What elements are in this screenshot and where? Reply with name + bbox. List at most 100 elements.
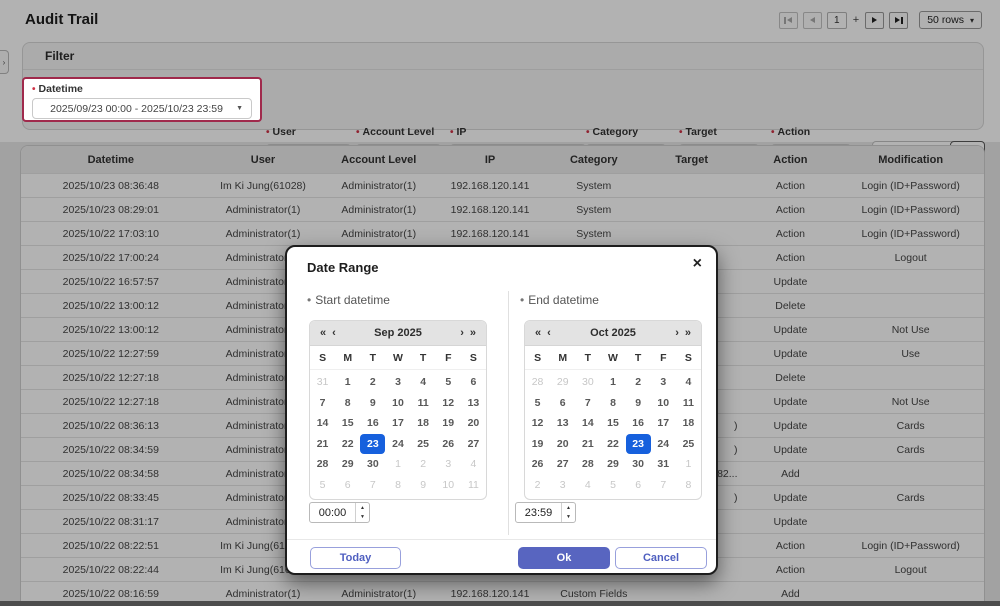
calendar-day[interactable]: 21 — [575, 434, 600, 455]
calendar-day[interactable]: 26 — [436, 434, 461, 455]
prev-year-icon[interactable]: « — [532, 328, 544, 339]
calendar-day[interactable]: 7 — [360, 475, 385, 496]
calendar-day[interactable]: 4 — [575, 475, 600, 496]
prev-year-icon[interactable]: « — [317, 328, 329, 339]
calendar-day[interactable]: 29 — [335, 454, 360, 475]
calendar-day-selected[interactable]: 23 — [626, 434, 651, 455]
calendar-day[interactable]: 28 — [575, 454, 600, 475]
calendar-day[interactable]: 8 — [600, 393, 625, 414]
next-month-icon[interactable]: › — [457, 328, 467, 339]
spin-up-icon[interactable]: ▲ — [562, 503, 575, 513]
calendar-day[interactable]: 18 — [411, 413, 436, 434]
calendar-day[interactable]: 29 — [600, 454, 625, 475]
calendar-day[interactable]: 12 — [436, 393, 461, 414]
spin-down-icon[interactable]: ▼ — [356, 513, 369, 523]
calendar-day[interactable]: 3 — [436, 454, 461, 475]
calendar-day[interactable]: 27 — [550, 454, 575, 475]
calendar-day[interactable]: 17 — [651, 413, 676, 434]
calendar-day[interactable]: 9 — [411, 475, 436, 496]
calendar-day[interactable]: 2 — [626, 372, 651, 393]
calendar-day[interactable]: 5 — [436, 372, 461, 393]
calendar-day[interactable]: 5 — [600, 475, 625, 496]
calendar-day[interactable]: 28 — [310, 454, 335, 475]
calendar-day[interactable]: 29 — [550, 372, 575, 393]
prev-month-icon[interactable]: ‹ — [544, 328, 554, 339]
calendar-day[interactable]: 2 — [411, 454, 436, 475]
calendar-day[interactable]: 3 — [550, 475, 575, 496]
calendar-day[interactable]: 1 — [335, 372, 360, 393]
calendar-day[interactable]: 6 — [626, 475, 651, 496]
calendar-day[interactable]: 1 — [600, 372, 625, 393]
calendar-day[interactable]: 19 — [436, 413, 461, 434]
calendar-day[interactable]: 14 — [310, 413, 335, 434]
calendar-day[interactable]: 24 — [651, 434, 676, 455]
prev-month-icon[interactable]: ‹ — [329, 328, 339, 339]
calendar-day[interactable]: 18 — [676, 413, 701, 434]
calendar-day[interactable]: 7 — [575, 393, 600, 414]
spin-up-icon[interactable]: ▲ — [356, 503, 369, 513]
calendar-day[interactable]: 22 — [600, 434, 625, 455]
datetime-filter-select[interactable]: 2025/09/23 00:00 - 2025/10/23 23:59 ▼ — [32, 98, 252, 119]
calendar-day[interactable]: 6 — [335, 475, 360, 496]
next-month-icon[interactable]: › — [672, 328, 682, 339]
calendar-day[interactable]: 26 — [525, 454, 550, 475]
calendar-day[interactable]: 14 — [575, 413, 600, 434]
calendar-day[interactable]: 13 — [550, 413, 575, 434]
calendar-day[interactable]: 19 — [525, 434, 550, 455]
calendar-day[interactable]: 8 — [676, 475, 701, 496]
calendar-day[interactable]: 2 — [525, 475, 550, 496]
ok-button[interactable]: Ok — [518, 547, 610, 569]
calendar-day[interactable]: 8 — [335, 393, 360, 414]
calendar-day[interactable]: 30 — [575, 372, 600, 393]
calendar-day[interactable]: 25 — [676, 434, 701, 455]
calendar-day[interactable]: 25 — [411, 434, 436, 455]
calendar-day[interactable]: 5 — [310, 475, 335, 496]
calendar-day[interactable]: 11 — [676, 393, 701, 414]
calendar-day[interactable]: 31 — [651, 454, 676, 475]
calendar-day[interactable]: 27 — [461, 434, 486, 455]
calendar-day[interactable]: 11 — [411, 393, 436, 414]
calendar-day[interactable]: 9 — [626, 393, 651, 414]
calendar-day[interactable]: 10 — [651, 393, 676, 414]
next-year-icon[interactable]: » — [467, 328, 479, 339]
calendar-day[interactable]: 15 — [600, 413, 625, 434]
calendar-day[interactable]: 6 — [550, 393, 575, 414]
start-time-input[interactable]: 00:00 ▲ ▼ — [309, 502, 370, 523]
calendar-day[interactable]: 4 — [411, 372, 436, 393]
calendar-day[interactable]: 17 — [385, 413, 410, 434]
calendar-day[interactable]: 16 — [360, 413, 385, 434]
today-button[interactable]: Today — [310, 547, 401, 569]
calendar-day[interactable]: 8 — [385, 475, 410, 496]
calendar-day[interactable]: 10 — [436, 475, 461, 496]
calendar-day[interactable]: 21 — [310, 434, 335, 455]
calendar-day[interactable]: 28 — [525, 372, 550, 393]
close-icon[interactable]: × — [693, 256, 702, 272]
calendar-day[interactable]: 9 — [360, 393, 385, 414]
calendar-day[interactable]: 6 — [461, 372, 486, 393]
calendar-day[interactable]: 4 — [676, 372, 701, 393]
spin-down-icon[interactable]: ▼ — [562, 513, 575, 523]
calendar-day[interactable]: 3 — [651, 372, 676, 393]
calendar-day[interactable]: 16 — [626, 413, 651, 434]
next-year-icon[interactable]: » — [682, 328, 694, 339]
calendar-day[interactable]: 30 — [360, 454, 385, 475]
calendar-day[interactable]: 15 — [335, 413, 360, 434]
calendar-day[interactable]: 7 — [310, 393, 335, 414]
calendar-day[interactable]: 30 — [626, 454, 651, 475]
calendar-day[interactable]: 12 — [525, 413, 550, 434]
calendar-day[interactable]: 31 — [310, 372, 335, 393]
calendar-day[interactable]: 11 — [461, 475, 486, 496]
calendar-day[interactable]: 20 — [550, 434, 575, 455]
calendar-day[interactable]: 3 — [385, 372, 410, 393]
calendar-day[interactable]: 7 — [651, 475, 676, 496]
calendar-day[interactable]: 24 — [385, 434, 410, 455]
calendar-day[interactable]: 5 — [525, 393, 550, 414]
end-time-input[interactable]: 23:59 ▲ ▼ — [515, 502, 576, 523]
calendar-day[interactable]: 20 — [461, 413, 486, 434]
calendar-day[interactable]: 13 — [461, 393, 486, 414]
calendar-day[interactable]: 1 — [385, 454, 410, 475]
calendar-day[interactable]: 4 — [461, 454, 486, 475]
calendar-day[interactable]: 1 — [676, 454, 701, 475]
calendar-day[interactable]: 10 — [385, 393, 410, 414]
calendar-day-selected[interactable]: 23 — [360, 434, 385, 455]
